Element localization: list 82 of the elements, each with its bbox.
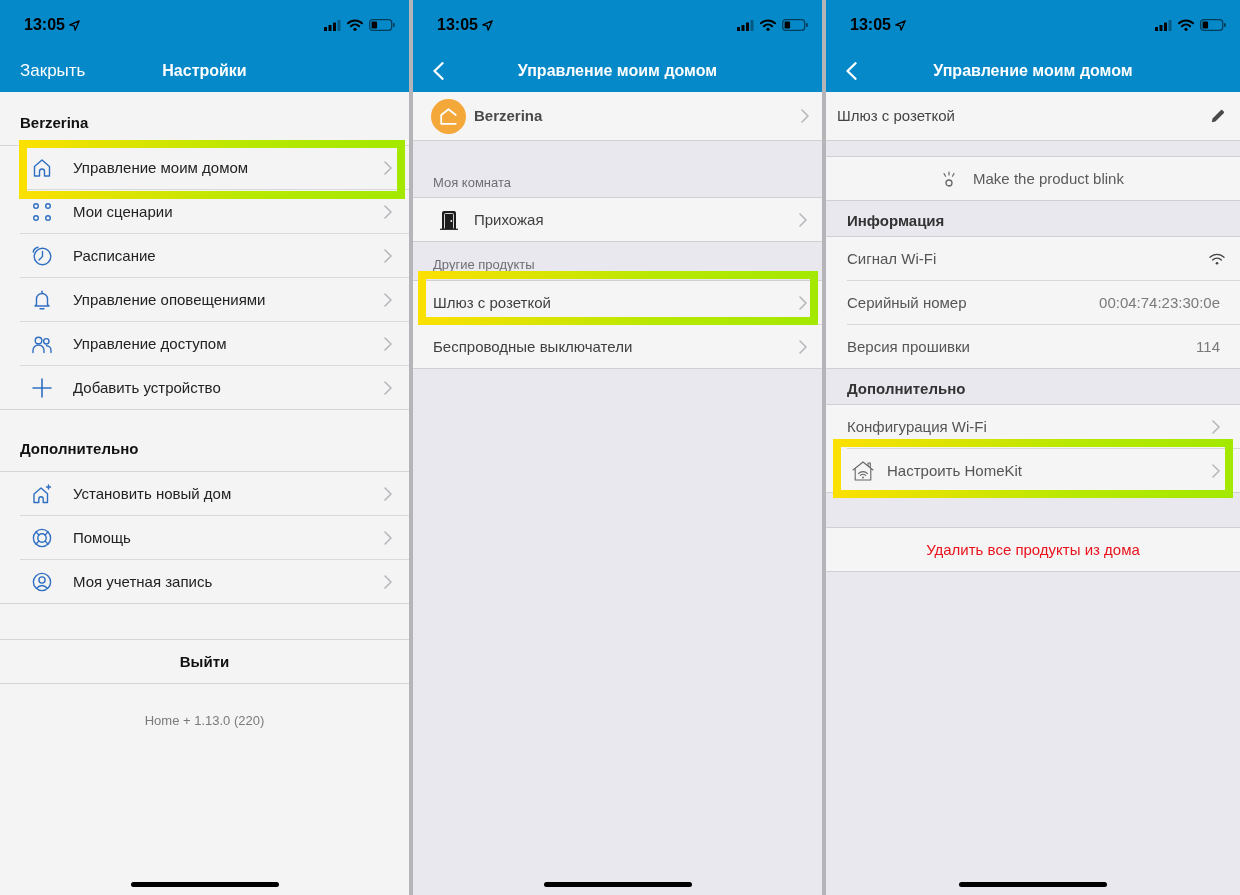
row-value: 114 bbox=[1196, 337, 1220, 356]
blink-icon bbox=[942, 170, 957, 187]
section-header: Моя комната bbox=[433, 175, 512, 191]
settings-row[interactable]: Моя учетная запись bbox=[0, 560, 409, 604]
row-label: Сигнал Wi-Fi bbox=[847, 249, 937, 268]
back-button[interactable] bbox=[433, 62, 444, 80]
back-icon bbox=[846, 62, 857, 80]
status-time: 13:05 bbox=[437, 15, 478, 35]
chevron-right-icon bbox=[799, 339, 807, 354]
chevron-right-icon bbox=[1212, 463, 1220, 478]
wifi-icon bbox=[1209, 252, 1225, 265]
chevron-right-icon bbox=[801, 109, 809, 123]
delete-button[interactable]: Удалить все продукты из дома bbox=[826, 528, 1240, 571]
section-header: Дополнительно bbox=[847, 380, 966, 398]
row-label: Серийный номер bbox=[847, 293, 967, 312]
chevron-right-icon bbox=[1212, 419, 1220, 434]
location-arrow-icon bbox=[894, 19, 906, 31]
clock-icon bbox=[32, 245, 52, 266]
house-icon bbox=[32, 157, 52, 178]
list-row[interactable]: Прихожая bbox=[413, 198, 822, 241]
chevron-right-icon bbox=[384, 530, 392, 545]
chevron-right-icon bbox=[799, 295, 807, 310]
screen-title: Настройки bbox=[162, 61, 247, 81]
section-header: Berzerina bbox=[20, 114, 89, 132]
section-header: Информация bbox=[847, 212, 945, 230]
list-row[interactable]: Конфигурация Wi-Fi bbox=[826, 405, 1240, 448]
row-value: 00:04:74:23:30:0e bbox=[1099, 293, 1220, 312]
bell-icon bbox=[32, 289, 52, 310]
chevron-right-icon bbox=[384, 336, 392, 351]
blink-button[interactable]: Make the product blink bbox=[826, 157, 1240, 200]
status-time: 13:05 bbox=[850, 15, 891, 35]
location-arrow-icon bbox=[481, 19, 493, 31]
battery-icon bbox=[369, 19, 395, 31]
screen-title: Управление моим домом bbox=[933, 61, 1133, 81]
chevron-right-icon bbox=[384, 160, 392, 175]
location-arrow-icon bbox=[68, 19, 80, 31]
close-button[interactable]: Закрыть bbox=[20, 61, 86, 81]
home-row[interactable]: Berzerina bbox=[413, 92, 822, 141]
back-icon bbox=[433, 62, 444, 80]
settings-row[interactable]: Управление моим домом bbox=[0, 146, 409, 189]
signal-icon bbox=[737, 19, 754, 31]
chevron-right-icon bbox=[384, 292, 392, 307]
chevron-right-icon bbox=[799, 212, 807, 227]
plus-icon bbox=[32, 377, 52, 398]
row-label: Версия прошивки bbox=[847, 337, 970, 356]
logout-button[interactable]: Выйти bbox=[0, 640, 409, 684]
wifi-icon bbox=[760, 19, 776, 31]
wifi-icon bbox=[1178, 19, 1194, 31]
dots-icon bbox=[32, 201, 52, 222]
signal-icon bbox=[1155, 19, 1172, 31]
house-wifi-icon bbox=[852, 460, 874, 481]
settings-row[interactable]: Установить новый дом bbox=[0, 472, 409, 515]
settings-row[interactable]: Расписание bbox=[0, 234, 409, 277]
battery-icon bbox=[1200, 19, 1226, 31]
back-button[interactable] bbox=[846, 62, 857, 80]
settings-row[interactable]: Управление доступом bbox=[0, 322, 409, 365]
chevron-right-icon bbox=[384, 248, 392, 263]
chevron-right-icon bbox=[384, 574, 392, 589]
section-header: Дополнительно bbox=[20, 440, 139, 458]
list-row[interactable]: Шлюз с розеткой bbox=[413, 281, 822, 324]
user-circle-icon bbox=[32, 571, 52, 592]
house-plus-icon bbox=[32, 483, 52, 504]
pencil-icon bbox=[1211, 109, 1225, 123]
screen-title: Управление моим домом bbox=[517, 61, 718, 81]
settings-row[interactable]: Мои сценарии bbox=[0, 190, 409, 233]
chevron-right-icon bbox=[384, 380, 392, 395]
door-icon bbox=[440, 209, 458, 230]
lifebuoy-icon bbox=[32, 527, 52, 548]
house-icon bbox=[431, 98, 466, 134]
list-row[interactable]: Беспроводные выключатели bbox=[413, 325, 822, 368]
settings-row[interactable]: Помощь bbox=[0, 516, 409, 559]
battery-icon bbox=[782, 19, 808, 31]
chevron-right-icon bbox=[384, 486, 392, 501]
status-time: 13:05 bbox=[24, 15, 65, 35]
device-name: Шлюз с розеткой bbox=[837, 107, 955, 125]
version-text: Home + 1.13.0 (220) bbox=[143, 713, 266, 729]
signal-icon bbox=[324, 19, 341, 31]
chevron-right-icon bbox=[384, 204, 392, 219]
wifi-icon bbox=[347, 19, 363, 31]
settings-row[interactable]: Добавить устройство bbox=[0, 366, 409, 410]
list-row[interactable]: Настроить HomeKit bbox=[826, 449, 1240, 492]
settings-row[interactable]: Управление оповещениями bbox=[0, 278, 409, 321]
